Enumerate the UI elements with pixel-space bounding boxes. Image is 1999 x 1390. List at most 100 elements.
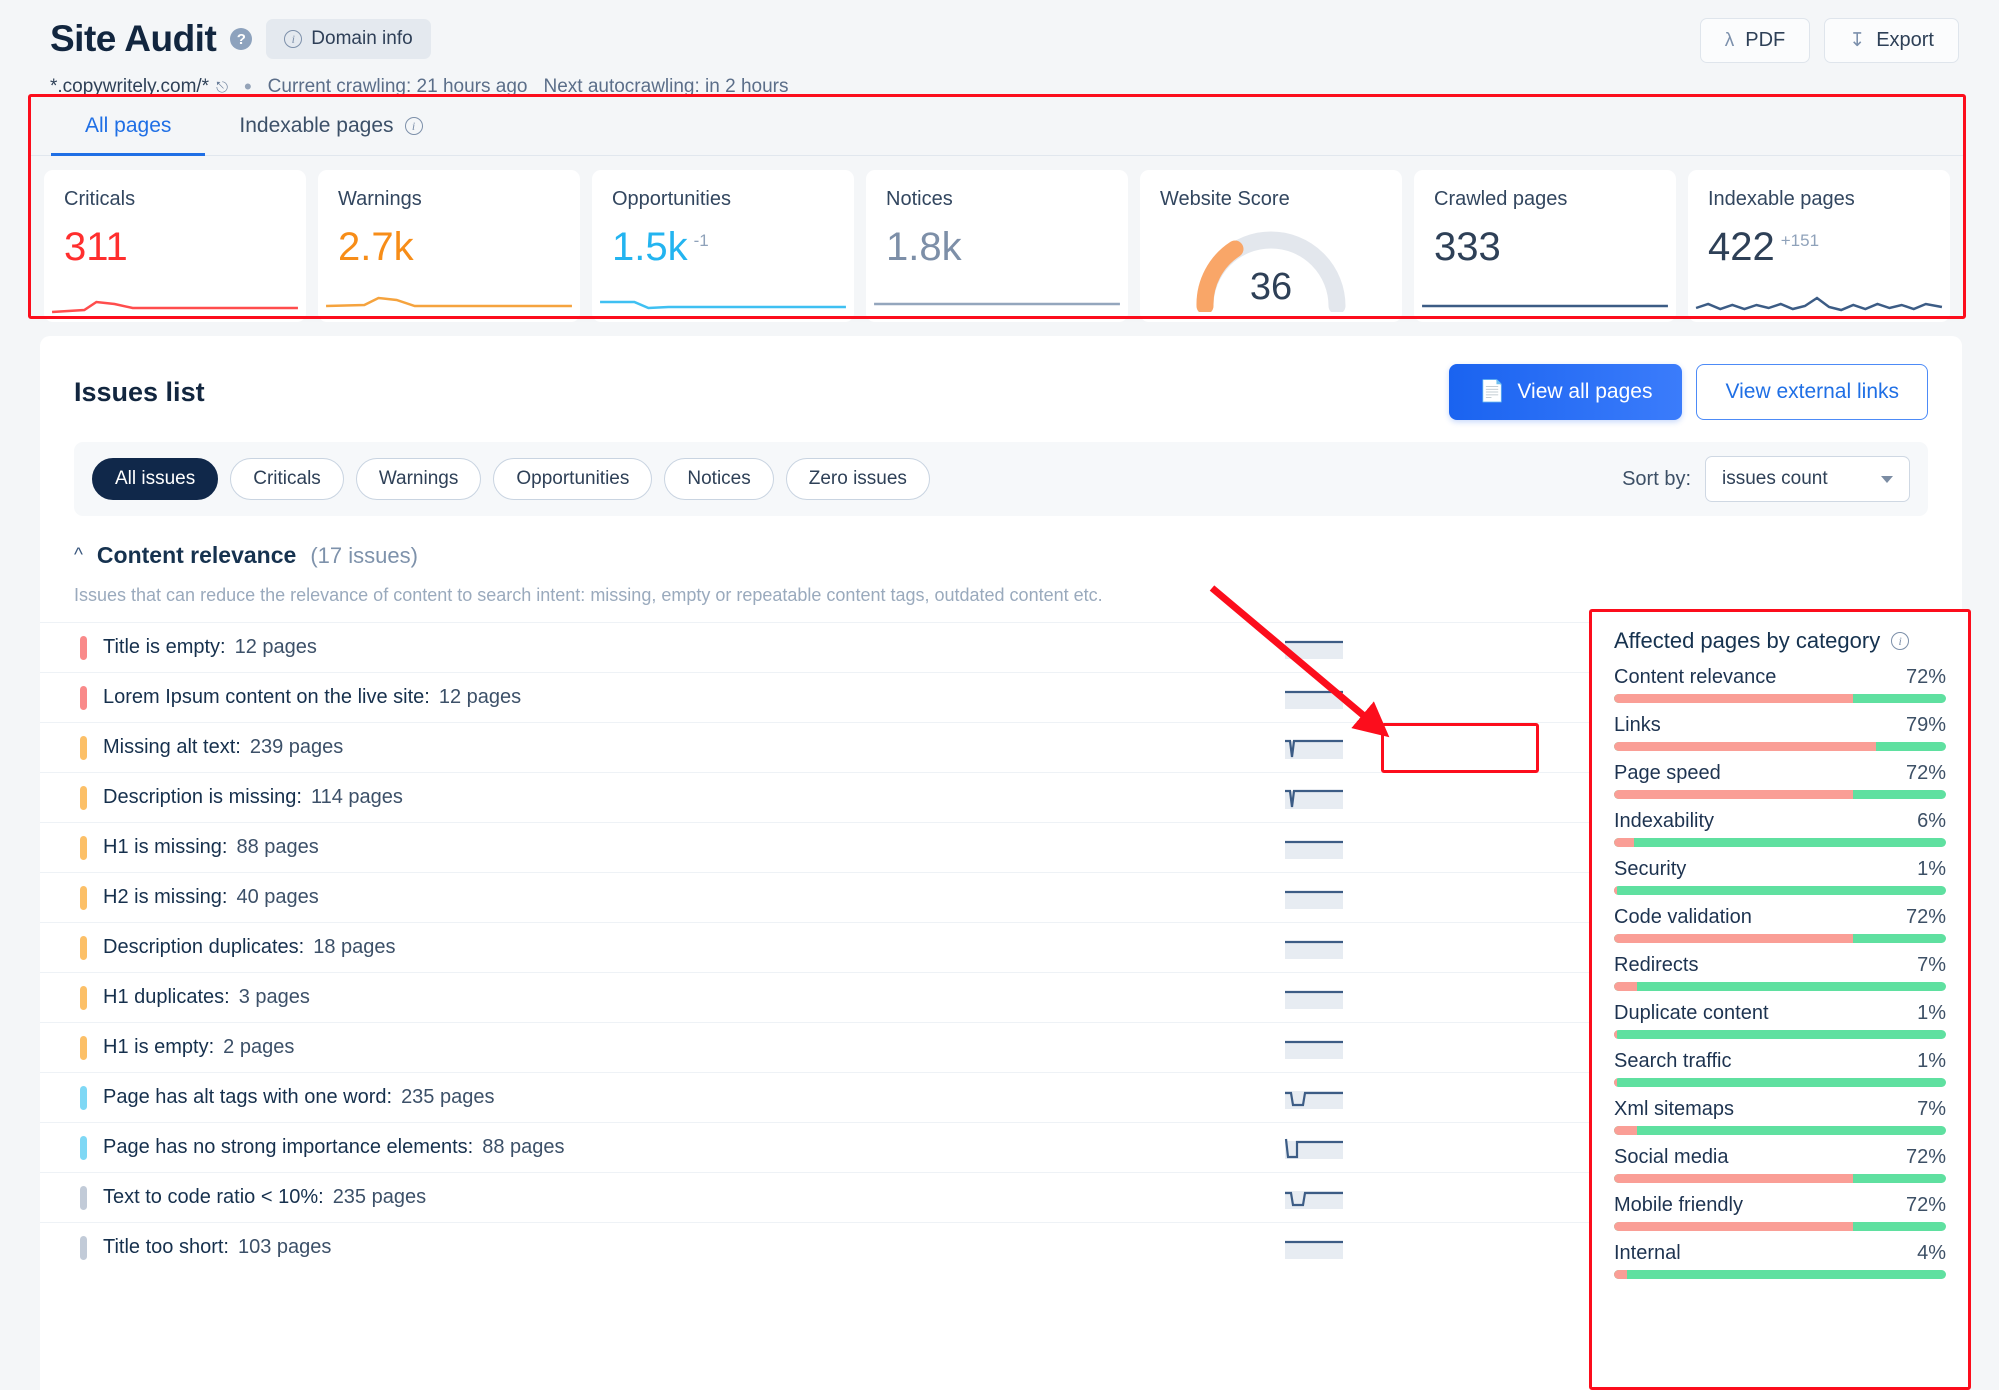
list-item[interactable]: Page speed 72% bbox=[1614, 762, 1946, 799]
list-item[interactable]: Links 79% bbox=[1614, 714, 1946, 751]
view-external-links-button[interactable]: View external links bbox=[1696, 364, 1928, 420]
issue-sparkline bbox=[1285, 690, 1343, 709]
meta-row: *.copywritely.com/* ⎋ • Current crawling… bbox=[50, 76, 1959, 98]
filter-chip-criticals[interactable]: Criticals bbox=[230, 458, 344, 500]
list-item[interactable]: Content relevance 72% bbox=[1614, 666, 1946, 703]
category-bar bbox=[1614, 1078, 1946, 1087]
list-item[interactable]: Security 1% bbox=[1614, 858, 1946, 895]
list-item[interactable]: Search traffic 1% bbox=[1614, 1050, 1946, 1087]
stat-value: 333 bbox=[1434, 225, 1501, 269]
stat-label: Indexable pages bbox=[1708, 188, 1855, 210]
stat-card-notices[interactable]: Notices 1.8k bbox=[866, 170, 1128, 322]
severity-indicator bbox=[80, 685, 87, 710]
pdf-button[interactable]: λ PDF bbox=[1699, 18, 1811, 63]
domain-info-button[interactable]: i Domain info bbox=[266, 19, 431, 59]
severity-indicator bbox=[80, 1085, 87, 1110]
issue-sparkline bbox=[1285, 1090, 1343, 1109]
filter-chip-warnings[interactable]: Warnings bbox=[355, 458, 482, 500]
issue-name: H1 duplicates: bbox=[103, 986, 230, 1008]
next-autocrawling-status: Next autocrawling: in 2 hours bbox=[543, 76, 789, 97]
tab-indexable-pages-label: Indexable pages bbox=[239, 114, 394, 137]
severity-indicator bbox=[80, 735, 87, 760]
view-all-pages-button[interactable]: 📄 View all pages bbox=[1449, 364, 1683, 420]
stat-card-indexable-pages[interactable]: Indexable pages 422 +151 bbox=[1688, 170, 1950, 322]
issue-page-count: 235 pages bbox=[401, 1086, 495, 1108]
chip-label: Warnings bbox=[378, 468, 459, 489]
category-percent: 6% bbox=[1917, 810, 1946, 832]
affected-pages-by-category-panel: Affected pages by category i Content rel… bbox=[1592, 612, 1968, 1387]
category-name: Internal bbox=[1614, 1242, 1681, 1264]
list-item[interactable]: Social media 72% bbox=[1614, 1146, 1946, 1183]
filter-chip-opportunities[interactable]: Opportunities bbox=[493, 458, 653, 500]
stat-delta: -1 bbox=[693, 231, 709, 250]
view-external-links-label: View external links bbox=[1725, 380, 1899, 403]
issue-sparkline bbox=[1285, 640, 1343, 659]
filter-chip-notices[interactable]: Notices bbox=[664, 458, 774, 500]
category-panel-title: Affected pages by category bbox=[1614, 628, 1881, 653]
info-icon: i bbox=[404, 117, 423, 135]
stat-card-warnings[interactable]: Warnings 2.7k bbox=[318, 170, 580, 322]
issue-page-count: 103 pages bbox=[237, 1236, 332, 1258]
stat-card-criticals[interactable]: Criticals 311 bbox=[44, 170, 306, 322]
issue-page-count: 12 pages bbox=[438, 686, 522, 708]
stat-value: 311 bbox=[64, 225, 128, 269]
sparkline-indexable-pages bbox=[1695, 296, 1943, 312]
export-button[interactable]: ↧ Export bbox=[1824, 18, 1959, 63]
filter-chip-zero-issues[interactable]: Zero issues bbox=[785, 458, 930, 500]
category-bar bbox=[1614, 982, 1946, 991]
tab-all-pages[interactable]: All pages bbox=[51, 97, 206, 156]
category-name: Content relevance bbox=[1614, 666, 1777, 688]
list-item[interactable]: Duplicate content 1% bbox=[1614, 1002, 1946, 1039]
category-percent: 7% bbox=[1917, 1098, 1946, 1120]
severity-indicator bbox=[80, 985, 87, 1010]
stat-label: Crawled pages bbox=[1434, 188, 1568, 210]
filter-chip-all-issues[interactable]: All issues bbox=[92, 458, 219, 500]
site-url[interactable]: *.copywritely.com/* ⎋ bbox=[50, 76, 228, 98]
category-percent: 7% bbox=[1917, 954, 1946, 976]
help-icon[interactable]: ? bbox=[230, 28, 253, 50]
category-bar bbox=[1614, 1270, 1946, 1279]
sort-by-select[interactable]: issues count bbox=[1705, 456, 1910, 502]
list-item[interactable]: Redirects 7% bbox=[1614, 954, 1946, 991]
category-bar bbox=[1614, 838, 1946, 847]
category-bar bbox=[1614, 886, 1946, 895]
issue-sparkline bbox=[1285, 890, 1343, 909]
category-name: Search traffic bbox=[1614, 1050, 1732, 1072]
issue-name: H2 is missing: bbox=[103, 886, 228, 908]
tab-indexable-pages[interactable]: Indexable pages i bbox=[205, 97, 456, 156]
list-item[interactable]: Xml sitemaps 7% bbox=[1614, 1098, 1946, 1135]
info-icon[interactable]: i bbox=[1891, 632, 1910, 650]
list-item[interactable]: Mobile friendly 72% bbox=[1614, 1194, 1946, 1231]
stat-value: 1.8k bbox=[886, 225, 962, 269]
category-bar bbox=[1614, 694, 1946, 703]
category-name: Mobile friendly bbox=[1614, 1194, 1743, 1216]
issue-page-count: 88 pages bbox=[236, 836, 319, 858]
category-percent: 72% bbox=[1905, 1194, 1946, 1216]
category-name: Indexability bbox=[1614, 810, 1715, 832]
issue-page-count: 2 pages bbox=[223, 1036, 295, 1058]
stat-label: Warnings bbox=[338, 188, 422, 210]
website-score-value: 36 bbox=[1249, 266, 1293, 308]
sparkline-criticals bbox=[51, 300, 298, 314]
stat-card-crawled-pages[interactable]: Crawled pages 333 bbox=[1414, 170, 1676, 322]
content-relevance-section-header[interactable]: ^ Content relevance (17 issues) bbox=[40, 516, 1962, 569]
site-url-text: *.copywritely.com/* bbox=[50, 76, 210, 97]
issues-header-buttons: 📄 View all pages View external links bbox=[1449, 364, 1928, 420]
stat-card-opportunities[interactable]: Opportunities 1.5k -1 bbox=[592, 170, 854, 322]
list-item[interactable]: Indexability 6% bbox=[1614, 810, 1946, 847]
sparkline-warnings bbox=[326, 296, 572, 308]
category-name: Page speed bbox=[1614, 762, 1721, 784]
severity-indicator bbox=[80, 1035, 87, 1060]
list-item[interactable]: Code validation 72% bbox=[1614, 906, 1946, 943]
stat-card-website-score[interactable]: Website Score 36 bbox=[1140, 170, 1402, 322]
chevron-up-icon[interactable]: ^ bbox=[74, 545, 83, 567]
issue-page-count: 3 pages bbox=[238, 986, 310, 1008]
issue-page-count: 40 pages bbox=[236, 886, 319, 908]
category-name: Links bbox=[1614, 714, 1661, 736]
topbar-actions: λ PDF ↧ Export bbox=[1699, 18, 1959, 63]
pdf-icon: λ bbox=[1724, 29, 1735, 51]
list-item[interactable]: Internal 4% bbox=[1614, 1242, 1946, 1279]
category-name: Duplicate content bbox=[1614, 1002, 1769, 1024]
summary-cards-section: All pages Indexable pages i Criticals 31… bbox=[31, 97, 1963, 322]
chip-label: Zero issues bbox=[808, 468, 907, 489]
